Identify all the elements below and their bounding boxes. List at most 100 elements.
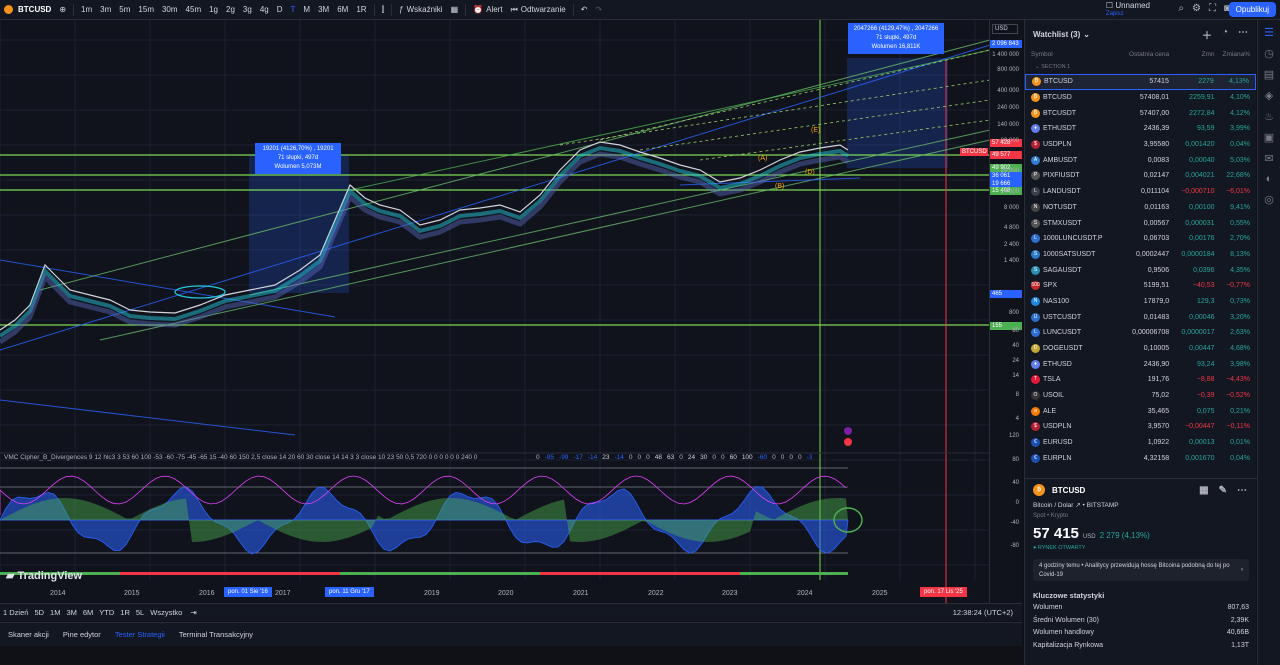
interval-3m[interactable]: 3m xyxy=(96,5,115,14)
templates-icon[interactable]: ▦ xyxy=(447,5,463,14)
clock[interactable]: 12:38:24 (UTC+2) xyxy=(950,608,1016,617)
chat-icon[interactable]: ✉ xyxy=(1264,152,1273,165)
chevron-down-icon[interactable]: ⌄ xyxy=(1083,30,1090,39)
interval-3g[interactable]: 3g xyxy=(239,5,256,14)
detail-ticker[interactable]: BTCUSD xyxy=(1052,486,1085,495)
watchlist-row[interactable]: $ USDPLN 3,9570 −0,00447 −0,11% xyxy=(1025,419,1256,435)
layers-icon[interactable]: ◈ xyxy=(1265,89,1273,102)
layout-name[interactable]: ☐ Unnamed Zapisz xyxy=(1106,2,1150,18)
interval-1m[interactable]: 1m xyxy=(77,5,96,14)
interval-30m[interactable]: 30m xyxy=(158,5,182,14)
interval-T[interactable]: T xyxy=(287,5,300,14)
chart-canvas[interactable] xyxy=(0,20,1022,603)
watchlist-row[interactable]: D DOGEUSDT 0,10005 0,00447 4,68% xyxy=(1025,341,1256,357)
watchlist-row[interactable]: S STMXUSDT 0,00567 0,000031 0,55% xyxy=(1025,215,1256,231)
watchlist-row[interactable]: S 1000SATSUSDT 0,0002447 0,0000184 8,13% xyxy=(1025,247,1256,263)
watchlist-row[interactable]: L 1000LUNCUSDT.P 0,06703 0,00176 2,70% xyxy=(1025,231,1256,247)
range-button-4[interactable]: 6M xyxy=(80,608,96,617)
col-change[interactable]: Zmn xyxy=(1169,51,1214,58)
replay-button[interactable]: ⏮ Odtwarzanie xyxy=(507,5,570,15)
ideas-icon[interactable]: ◎ xyxy=(1264,193,1274,206)
interval-1R[interactable]: 1R xyxy=(352,5,370,14)
publish-button[interactable]: Opublikuj xyxy=(1228,2,1276,17)
interval-2g[interactable]: 2g xyxy=(222,5,239,14)
watchlist-row[interactable]: ₿ BTCUSD 57408,01 2259,91 4,10% xyxy=(1025,90,1256,106)
interval-5m[interactable]: 5m xyxy=(115,5,134,14)
watchlist-row[interactable]: P PIXFIUSDT 0,02147 0,004021 22,68% xyxy=(1025,168,1256,184)
range-button-6[interactable]: 1R xyxy=(117,608,133,617)
bottom-tab[interactable]: Skaner akcji xyxy=(4,630,53,639)
grid-icon[interactable]: ▦ xyxy=(1199,485,1208,496)
range-button-0[interactable]: 1 Dzień xyxy=(0,608,31,617)
watchlist-row[interactable]: S SAGAUSDT 0,9506 0,0396 4,35% xyxy=(1025,262,1256,278)
watchlist-row[interactable]: ₿ BTCUSD 57415 2279 4,13% xyxy=(1025,74,1256,90)
range-button-5[interactable]: YTD xyxy=(96,608,117,617)
bottom-tab[interactable]: Tester Strategii xyxy=(111,630,169,639)
interval-D[interactable]: D xyxy=(273,5,287,14)
watchlist-row[interactable]: U USTCUSDT 0,01483 0,00046 3,20% xyxy=(1025,309,1256,325)
watchlist-row[interactable]: ₿ BTCUSDT 57407,00 2272,84 4,12% xyxy=(1025,105,1256,121)
settings-icon[interactable]: ⚙ xyxy=(1192,3,1201,14)
interval-6M[interactable]: 6M xyxy=(333,5,352,14)
range-button-2[interactable]: 1M xyxy=(47,608,63,617)
fullscreen-icon[interactable]: ⛶ xyxy=(1209,3,1216,14)
interval-15m[interactable]: 15m xyxy=(134,5,158,14)
external-link-icon[interactable]: ↗ xyxy=(1075,502,1080,509)
watchlist-title[interactable]: Watchlist (3) xyxy=(1033,30,1080,39)
watchlist-row[interactable]: A AMBUSDT 0,0083 0,00040 5,03% xyxy=(1025,152,1256,168)
currency-selector[interactable]: USD xyxy=(992,24,1018,34)
watchlist-row[interactable]: a ALE 35,465 0,075 0,21% xyxy=(1025,403,1256,419)
interval-1g[interactable]: 1g xyxy=(205,5,222,14)
watchlist-row[interactable]: O USOIL 75,02 −0,39 −0,52% xyxy=(1025,388,1256,404)
interval-M[interactable]: M xyxy=(299,5,314,14)
watchlist-row[interactable]: € EURUSD 1,0922 0,00013 0,01% xyxy=(1025,435,1256,451)
calendar-icon[interactable]: ▣ xyxy=(1264,131,1274,144)
watchlist-row[interactable]: € EURPLN 4,32158 0,001670 0,04% xyxy=(1025,451,1256,467)
tradingview-logo[interactable]: ▰ TradingView xyxy=(6,569,82,582)
chart-area[interactable]: USD 2 096 843 57 428 49 577 49 902 36 06… xyxy=(0,20,1022,603)
measure-callout-right[interactable]: 2047266 (4129,47%) , 2047266 71 słupki, … xyxy=(848,23,944,54)
symbol-search[interactable]: BTCUSD xyxy=(0,5,55,14)
indicator-title[interactable]: VMC Cipher_B_Divergences 9 12 hlc3 3 53 … xyxy=(4,454,477,461)
section-header[interactable]: ⌄ SECTION 1 xyxy=(1025,60,1256,74)
watchlist-row[interactable]: $ USDPLN 3,95580 0,001420 0,04% xyxy=(1025,137,1256,153)
range-button-3[interactable]: 3M xyxy=(63,608,79,617)
add-symbol-icon[interactable]: ⊕ xyxy=(55,5,70,14)
quick-search-icon[interactable]: ⌕ xyxy=(1178,3,1184,14)
more-icon[interactable]: ⋯ xyxy=(1237,485,1247,496)
interval-3M[interactable]: 3M xyxy=(314,5,333,14)
interval-4g[interactable]: 4g xyxy=(256,5,273,14)
more-icon[interactable]: ⋯ xyxy=(1238,27,1248,42)
watchlist-row[interactable]: 500 SPX 5199,51 −40,53 −0,77% xyxy=(1025,278,1256,294)
range-button-8[interactable]: Wszystko xyxy=(147,608,185,617)
col-symbol[interactable]: Symbol xyxy=(1031,51,1118,58)
range-button-7[interactable]: 5L xyxy=(133,608,147,617)
undo-icon[interactable]: ↶ xyxy=(577,5,592,14)
watchlist-row[interactable]: L LUNCUSDT 0,00006708 0,0000017 2,63% xyxy=(1025,325,1256,341)
add-icon[interactable]: ＋ xyxy=(1202,27,1212,42)
range-button-1[interactable]: 5D xyxy=(31,608,47,617)
watchlist-row[interactable]: ♦ ETHUSD 2436,90 93,24 3,98% xyxy=(1025,356,1256,372)
watchlist-row[interactable]: N NOTUSDT 0,01163 0,00100 9,41% xyxy=(1025,200,1256,216)
bottom-tab[interactable]: Pine edytor xyxy=(59,630,105,639)
chart-type-icon[interactable]: ⫿ xyxy=(378,5,389,15)
goto-date-icon[interactable]: ⇥ xyxy=(187,608,199,617)
news-item[interactable]: 4 godziny temu • Analitycy przewidują ho… xyxy=(1033,559,1249,581)
notifications-icon[interactable]: ◐ xyxy=(1266,173,1273,185)
interval-45m[interactable]: 45m xyxy=(182,5,206,14)
watchlist-row[interactable]: T TSLA 191,76 −8,88 −4,43% xyxy=(1025,372,1256,388)
redo-icon[interactable]: ↷ xyxy=(591,5,606,14)
watchlist-row[interactable]: L LANDUSDT 0,011104 −0,000710 −6,01% xyxy=(1025,184,1256,200)
col-change-pct[interactable]: Zmiana% xyxy=(1214,51,1250,58)
watchlist-row[interactable]: N NAS100 17879,0 129,3 0,73% xyxy=(1025,294,1256,310)
measure-callout-left[interactable]: 19201 (4126,70%) , 19201 71 słupki, 497d… xyxy=(255,143,341,174)
hotlist-icon[interactable]: ▤ xyxy=(1264,68,1274,81)
col-price[interactable]: Ostatnia cena xyxy=(1118,51,1169,58)
flame-icon[interactable]: ♨ xyxy=(1264,110,1274,123)
edit-icon[interactable]: ✎ xyxy=(1219,485,1227,496)
bottom-tab[interactable]: Terminal Transakcyjny xyxy=(175,630,257,639)
indicators-button[interactable]: ƒ Wskaźniki xyxy=(395,5,446,14)
alert-button[interactable]: ⏰ Alert xyxy=(469,5,506,14)
watchlist-row[interactable]: ♦ ETHUSDT 2436,39 93,59 3,99% xyxy=(1025,121,1256,137)
watchlist-icon[interactable]: ☰ xyxy=(1264,26,1274,39)
